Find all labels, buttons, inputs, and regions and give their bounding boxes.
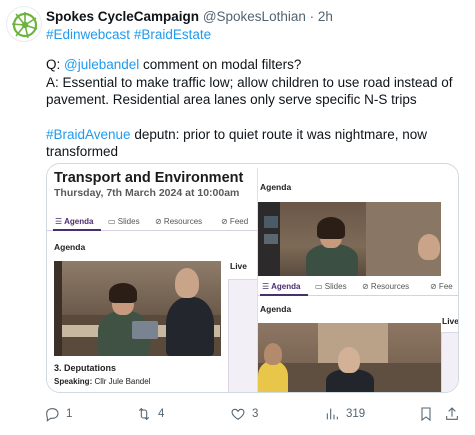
media-image-left[interactable]: Transport and Environment Thursday, 7th … xyxy=(47,164,262,392)
tweet-time[interactable]: · 2h xyxy=(310,9,333,24)
avatar[interactable] xyxy=(6,6,42,42)
agenda-item-title: 3. Deputations xyxy=(54,363,117,373)
webcast-tabs: ☰ Agenda ▭ Slides ⊘ Resources ⊘ Feed xyxy=(47,213,262,231)
side-panel xyxy=(441,332,458,392)
like-icon xyxy=(231,408,245,420)
live-label: Live xyxy=(442,316,459,326)
like-button[interactable]: 3 xyxy=(230,404,258,424)
meeting-date: Thursday, 7th March 2024 at 10:00am xyxy=(54,187,240,199)
author-name[interactable]: Spokes CycleCampaign xyxy=(46,9,199,24)
hashtags-line: #Edinwebcast #BraidEstate xyxy=(46,26,211,44)
views-icon xyxy=(326,408,338,420)
share-button[interactable] xyxy=(444,404,460,424)
webcast-video-frame xyxy=(54,261,221,356)
tab-slides: ▭ Slides xyxy=(108,217,140,226)
live-label: Live xyxy=(230,261,248,271)
media-image-right[interactable]: Agenda ☰ Agenda ▭ Slides ⊘ Resources ⊘ F… xyxy=(257,168,459,392)
webcast-tabs: ☰ Agenda ▭ Slides ⊘ Resources ⊘ Fee xyxy=(258,278,458,296)
braid-line: #BraidAvenue deputn: prior to quiet rout… xyxy=(46,126,466,161)
tab-agenda: ☰ Agenda xyxy=(262,282,301,291)
hashtag-link[interactable]: #BraidEstate xyxy=(134,27,211,42)
tab-agenda: ☰ Agenda xyxy=(55,217,94,226)
webcast-video-frame xyxy=(258,202,441,276)
author-handle[interactable]: @SpokesLothian xyxy=(203,9,306,24)
like-count: 3 xyxy=(252,408,259,420)
agenda-item-speaker: Speaking: Cllr Jule Bandel xyxy=(54,377,150,386)
mention-link[interactable]: @julebandel xyxy=(64,57,139,72)
reply-icon xyxy=(46,408,59,422)
tweet-header: Spokes CycleCampaign @SpokesLothian · 2h xyxy=(46,8,333,26)
agenda-heading: Agenda xyxy=(260,182,292,192)
tweet-actions: 1 4 3 319 xyxy=(40,404,470,424)
repost-button[interactable]: 4 xyxy=(136,404,164,424)
tab-feed: ⊘ Fee xyxy=(430,282,453,291)
hashtag-link[interactable]: #BraidAvenue xyxy=(46,127,131,142)
tab-feed: ⊘ Feed xyxy=(221,217,249,226)
tab-resources: ⊘ Resources xyxy=(362,282,410,291)
spokes-logo-icon xyxy=(11,12,38,39)
webcast-video-frame xyxy=(258,323,441,392)
tab-resources: ⊘ Resources xyxy=(155,217,203,226)
agenda-heading: Agenda xyxy=(54,242,86,252)
q-rest: comment on modal filters? xyxy=(139,57,302,72)
speaker-label: Speaking: xyxy=(54,377,93,386)
views-button[interactable]: 319 xyxy=(324,404,365,424)
question-line: Q: @julebandel comment on modal filters? xyxy=(46,56,466,74)
q-prefix: Q: xyxy=(46,57,65,72)
speaker-name: Cllr Jule Bandel xyxy=(92,377,151,386)
meeting-title: Transport and Environment xyxy=(54,170,244,186)
repost-icon xyxy=(138,407,150,421)
views-count: 319 xyxy=(346,408,366,420)
media-attachment[interactable]: Transport and Environment Thursday, 7th … xyxy=(46,163,459,393)
reply-count: 1 xyxy=(66,408,73,420)
tweet-body: Q: @julebandel comment on modal filters?… xyxy=(46,56,466,161)
repost-count: 4 xyxy=(158,408,165,420)
bookmark-button[interactable] xyxy=(418,404,434,424)
reply-button[interactable]: 1 xyxy=(44,404,72,424)
hashtag-link[interactable]: #Edinwebcast xyxy=(46,27,130,42)
agenda-heading: Agenda xyxy=(260,304,292,314)
share-icon xyxy=(446,407,458,420)
tab-slides: ▭ Slides xyxy=(315,282,347,291)
answer-text: A: Essential to make traffic low; allow … xyxy=(46,74,453,108)
bookmark-icon xyxy=(421,407,431,422)
